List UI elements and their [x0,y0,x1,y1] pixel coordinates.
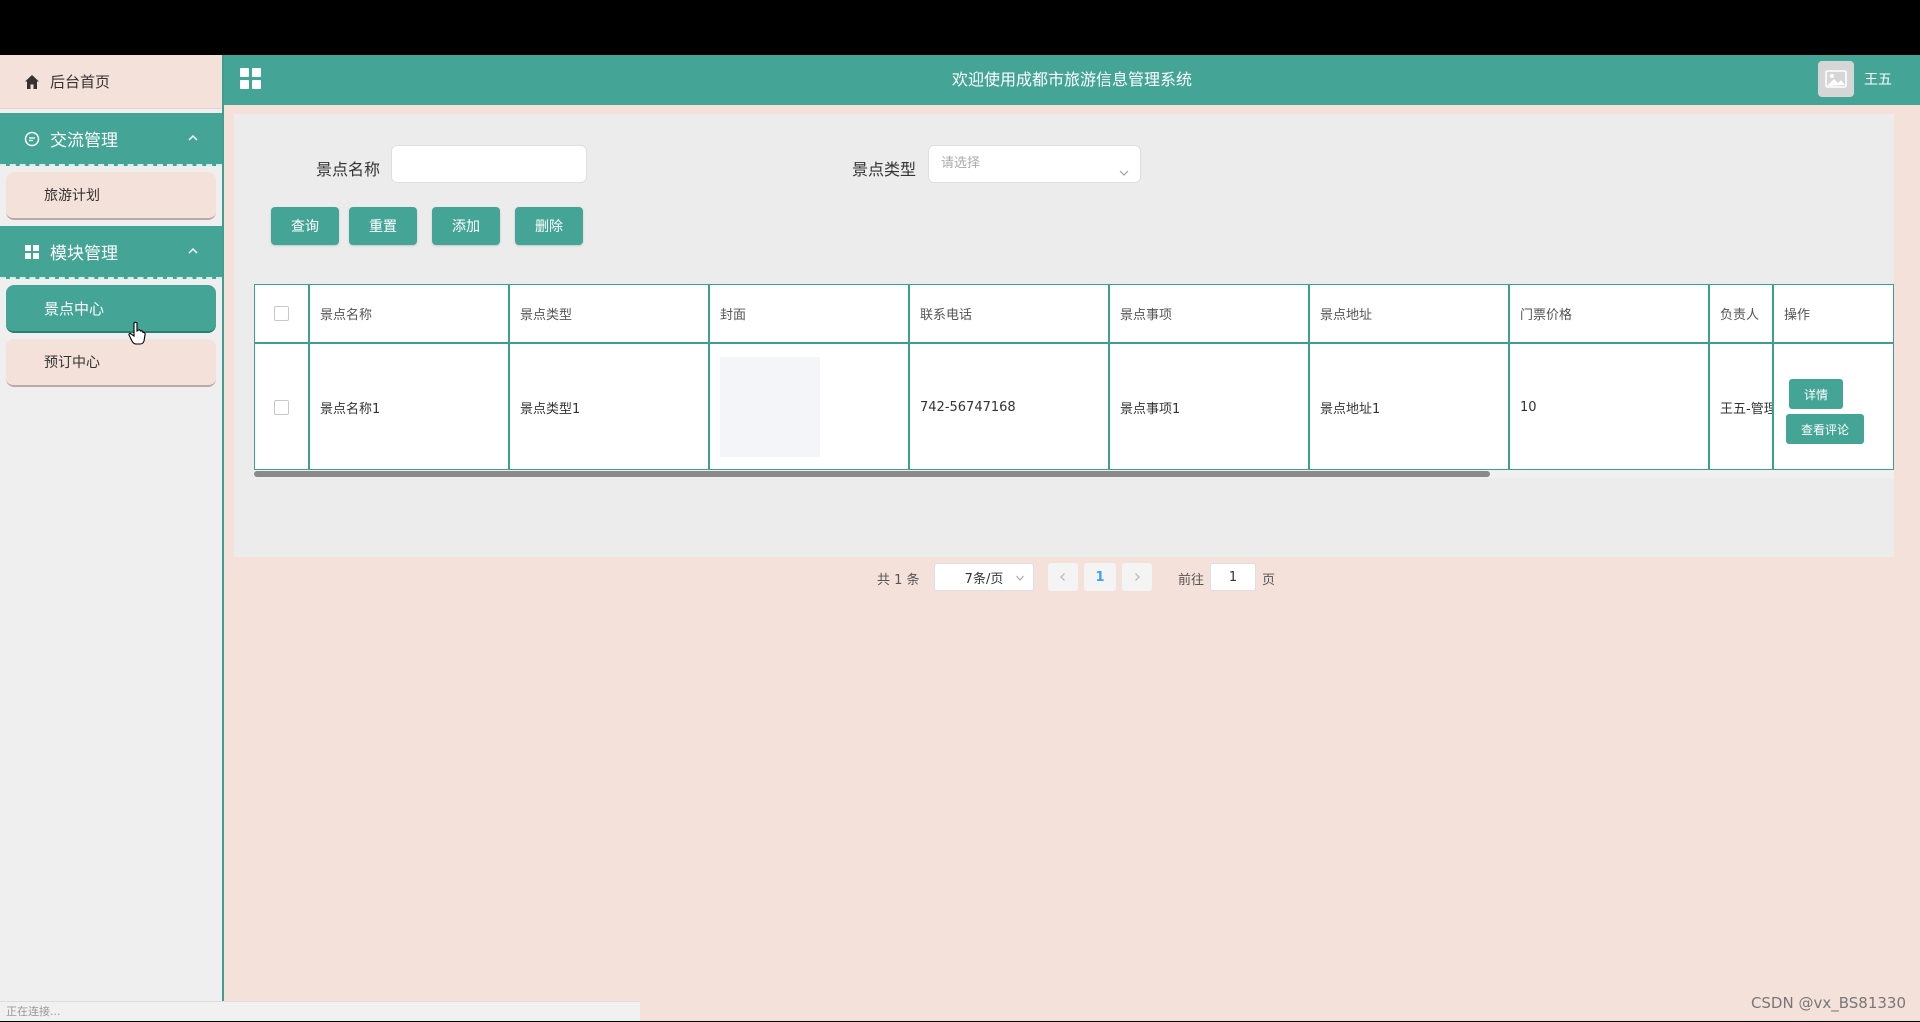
page-number-current[interactable]: 1 [1084,563,1116,591]
chevron-up-icon [186,131,200,145]
prev-page-button[interactable] [1048,563,1078,591]
page-size-select[interactable]: 7条/页 [934,563,1034,591]
sidebar-item-scenic-center[interactable]: 景点中心 [6,285,216,333]
sidebar-group-label: 模块管理 [50,244,118,264]
status-bar: 正在连接... [0,1001,640,1021]
sidebar-group-modules[interactable]: 模块管理 [0,226,222,279]
column-header: 景点地址 [1310,284,1510,344]
sidebar-item-label: 预订中心 [44,355,100,371]
sidebar: 后台首页 交流管理 旅游计划 模块管理 景点中心 预订中心 [0,55,224,1021]
avatar[interactable] [1818,61,1854,97]
total-count: 共 1 条 [877,573,920,588]
image-icon [1825,70,1847,88]
column-header: 负责人 [1710,284,1774,344]
row-checkbox[interactable] [273,399,289,415]
cover-cell [710,344,910,470]
sidebar-item-label: 景点中心 [44,299,105,318]
column-header: 景点类型 [510,284,710,344]
column-header: 门票价格 [1510,284,1710,344]
app-root: 后台首页 交流管理 旅游计划 模块管理 景点中心 预订中心 欢迎使用成都市旅游信… [0,55,1920,1021]
query-button[interactable]: 查询 [271,207,339,245]
table-cell: 10 [1510,344,1710,470]
column-header: 景点事项 [1110,284,1310,344]
cover-image [720,357,820,457]
table-cell: 742-56747168 [910,344,1110,470]
sidebar-item-home[interactable]: 后台首页 [0,55,222,109]
column-header: 景点名称 [310,284,510,344]
sidebar-item-booking-center[interactable]: 预订中心 [6,339,216,387]
chat-icon [24,131,40,147]
table-cell: 景点地址1 [1310,344,1510,470]
sidebar-item-travel-plan[interactable]: 旅游计划 [6,172,216,220]
sidebar-item-label: 后台首页 [50,73,111,91]
chevron-down-icon [1016,575,1024,581]
actions-cell: 详情 查看评论 [1774,344,1894,470]
page-title: 欢迎使用成都市旅游信息管理系统 [951,70,1192,89]
view-reviews-button[interactable]: 查看评论 [1786,414,1864,444]
scenic-name-label: 景点名称 [316,160,381,179]
scrollbar-thumb[interactable] [254,471,1490,477]
main-panel: 景点名称 景点类型 请选择 查询 重置 添加 删除 景点名称 景点类型 封面 联… [234,114,1894,591]
detail-button[interactable]: 详情 [1789,379,1843,409]
chevron-right-icon [1135,573,1140,581]
select-all-checkbox[interactable] [273,305,289,321]
table-cell: 景点名称1 [310,344,510,470]
select-placeholder: 请选择 [941,156,981,171]
goto-page-input[interactable]: 1 [1210,563,1256,591]
horizontal-scrollbar[interactable] [254,470,1894,478]
row-select-cell [254,344,310,470]
column-header: 封面 [710,284,910,344]
grid-icon [24,244,40,260]
watermark: CSDN @vx_BS81330 [1750,994,1906,1012]
hand-cursor-icon [128,321,146,345]
chevron-up-icon [186,244,200,258]
sidebar-group-label: 交流管理 [50,131,118,151]
home-icon [24,74,40,90]
goto-label: 前往 [1178,573,1205,588]
delete-button[interactable]: 删除 [515,207,583,245]
reset-button[interactable]: 重置 [349,207,417,245]
sidebar-group-communication[interactable]: 交流管理 [0,113,222,166]
chevron-down-icon [1118,158,1130,176]
chevron-left-icon [1060,573,1065,581]
column-header: 操作 [1774,284,1894,344]
scenic-type-label: 景点类型 [852,160,917,179]
data-table: 景点名称 景点类型 封面 联系电话 景点事项 景点地址 门票价格 负责人 操作 … [254,284,1894,470]
top-bar: 欢迎使用成都市旅游信息管理系统 王五 [224,55,1920,105]
username[interactable]: 王五 [1864,55,1892,105]
column-header: 联系电话 [910,284,1110,344]
table-cell: 景点事项1 [1110,344,1310,470]
page-suffix-label: 页 [1262,573,1276,588]
add-button[interactable]: 添加 [432,207,500,245]
table-cell: 景点类型1 [510,344,710,470]
scenic-type-select[interactable]: 请选择 [928,145,1141,183]
sidebar-item-label: 旅游计划 [44,188,100,204]
scenic-name-input[interactable] [391,145,587,183]
next-page-button[interactable] [1122,563,1152,591]
select-all-cell [254,284,310,344]
table-cell: 王五-管理 [1710,344,1774,470]
page-size-value: 7条/页 [964,571,1004,587]
